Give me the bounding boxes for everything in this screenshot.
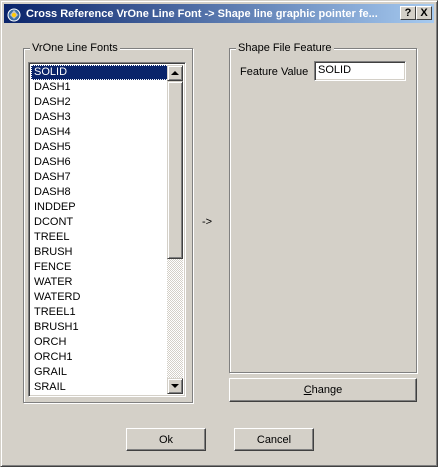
list-item[interactable]: DASH8	[31, 185, 169, 200]
window-title: Cross Reference VrOne Line Font -> Shape…	[26, 7, 378, 20]
arrow-up-icon	[171, 71, 179, 75]
shape-feature-groupbox: Shape File Feature	[229, 41, 417, 373]
list-item[interactable]: TREEL	[31, 230, 169, 245]
list-item[interactable]: BRUSH	[31, 245, 169, 260]
scroll-down-button[interactable]	[167, 378, 183, 394]
line-fonts-listbox[interactable]: SOLID DASH1 DASH2 DASH3 DASH4 DASH5 DASH6 DASH7…	[28, 62, 186, 397]
list-item[interactable]: TREEL1	[31, 305, 169, 320]
change-label: hange	[311, 384, 343, 396]
title-bar[interactable]: Cross Reference VrOne Line Font -> Shape…	[4, 4, 434, 23]
app-icon	[7, 8, 21, 21]
list-item[interactable]: INDDEP	[31, 200, 169, 215]
list-item[interactable]: DASH6	[31, 155, 169, 170]
list-item[interactable]: WATERD	[31, 290, 169, 305]
feature-value-input[interactable]: SOLID	[314, 61, 406, 81]
list-item[interactable]: BRUSH1	[31, 320, 169, 335]
shape-group-title: Shape File Feature	[236, 41, 334, 55]
list-item[interactable]: FENCE	[31, 260, 169, 275]
list-items: SOLID DASH1 DASH2 DASH3 DASH4 DASH5 DASH6 DASH7…	[31, 65, 169, 395]
ok-label: Ok	[158, 433, 174, 446]
dialog-window: Cross Reference VrOne Line Font -> Shape…	[0, 0, 438, 467]
list-item[interactable]: DASH7	[31, 170, 169, 185]
list-item[interactable]: DASH2	[31, 95, 169, 110]
change-button[interactable]: Change	[229, 378, 417, 402]
list-item[interactable]: WATER	[31, 275, 169, 290]
list-item[interactable]: GRAIL	[31, 365, 169, 380]
list-item[interactable]: ORCH1	[31, 350, 169, 365]
feature-value-label: Feature Value	[240, 66, 309, 78]
help-button[interactable]: ?	[400, 6, 416, 20]
scroll-up-button[interactable]	[167, 65, 183, 81]
arrow-down-icon	[171, 384, 179, 388]
list-item[interactable]: ORCH	[31, 335, 169, 350]
close-button[interactable]: X	[416, 6, 432, 20]
scroll-thumb[interactable]	[167, 81, 183, 259]
list-item[interactable]: SRAIL	[31, 380, 169, 395]
mapping-arrow-label: ->	[202, 216, 213, 228]
list-item[interactable]: DASH1	[31, 80, 169, 95]
list-item[interactable]: DASH5	[31, 140, 169, 155]
ok-button[interactable]: Ok	[126, 428, 206, 451]
list-item[interactable]: SOLID	[31, 65, 169, 80]
cancel-label: Cancel	[256, 433, 292, 446]
change-hotkey: C	[303, 384, 312, 396]
fonts-group-title: VrOne Line Fonts	[30, 41, 120, 55]
list-item[interactable]: DCONT	[31, 215, 169, 230]
cancel-button[interactable]: Cancel	[234, 428, 314, 451]
list-item[interactable]: DASH4	[31, 125, 169, 140]
list-item[interactable]: DASH3	[31, 110, 169, 125]
list-scrollbar[interactable]	[167, 65, 183, 394]
